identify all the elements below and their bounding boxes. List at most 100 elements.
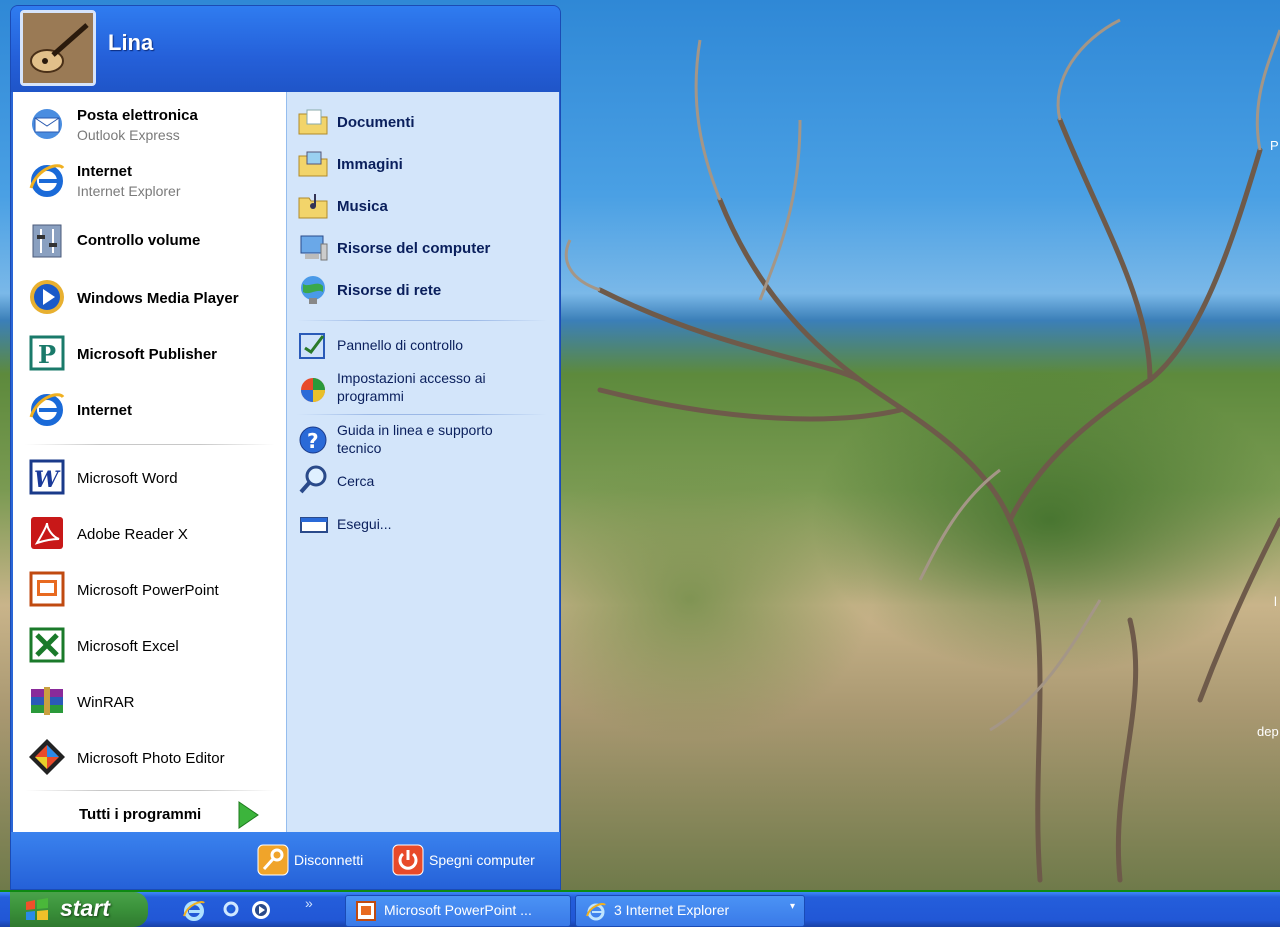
all-programs-label: Tutti i programmi — [79, 806, 202, 823]
system-item-label-line1: Impostazioni accesso ai — [337, 370, 486, 386]
start-menu-places-pane: Documenti Immagini Musica Risorse del co… — [286, 92, 559, 832]
recent-item-powerpoint[interactable]: Microsoft PowerPoint — [23, 564, 283, 614]
powerpoint-icon — [29, 571, 65, 607]
recent-item-excel[interactable]: Microsoft Excel — [23, 620, 283, 670]
winrar-icon — [31, 687, 63, 715]
svg-text:?: ? — [307, 429, 319, 453]
place-network[interactable]: Risorse di rete — [287, 274, 557, 310]
email-icon — [32, 109, 62, 139]
system-control-panel[interactable]: Pannello di controllo — [287, 330, 557, 364]
recent-item-label: Adobe Reader X — [77, 526, 188, 543]
logoff-button[interactable]: Disconnetti — [257, 844, 383, 878]
start-menu-footer: Disconnetti Spegni computer — [11, 832, 560, 889]
place-music[interactable]: Musica — [287, 190, 557, 226]
menu-separator — [297, 414, 547, 415]
user-avatar[interactable] — [20, 10, 96, 86]
pinned-item-label: Microsoft Publisher — [77, 346, 218, 363]
guitar-icon — [23, 13, 93, 83]
start-menu: Lina Posta elettronica Outlook Express I… — [10, 5, 561, 890]
start-button[interactable]: start — [10, 892, 148, 927]
pinned-item-publisher[interactable]: P Microsoft Publisher — [23, 328, 283, 378]
pinned-item-label: Internet — [77, 402, 133, 419]
recent-item-label: Microsoft PowerPoint — [77, 582, 219, 599]
documents-folder-icon — [298, 109, 328, 135]
pinned-item-label: Windows Media Player — [77, 290, 239, 307]
search-icon — [299, 465, 327, 494]
pinned-item-internet-2[interactable]: Internet — [23, 384, 283, 434]
desktop-icon-label: P — [1270, 138, 1279, 153]
recent-item-label: WinRAR — [77, 694, 135, 711]
system-item-label-line2: programmi — [337, 388, 404, 404]
logoff-label: Disconnetti — [294, 852, 364, 868]
start-label: start — [60, 895, 110, 921]
music-folder-icon — [298, 194, 328, 219]
all-programs-button[interactable]: Tutti i programmi — [79, 800, 269, 830]
system-program-access[interactable]: Impostazioni accesso ai programmi — [287, 370, 557, 410]
search-icon[interactable] — [218, 898, 242, 922]
shutdown-button[interactable]: Spegni computer — [392, 844, 552, 878]
pinned-item-sublabel: Internet Explorer — [77, 183, 181, 199]
pinned-item-media-player[interactable]: Windows Media Player — [23, 272, 283, 322]
recent-item-photo-editor[interactable]: Microsoft Photo Editor — [23, 732, 283, 782]
help-icon: ? — [299, 426, 327, 454]
support-help[interactable]: ? Guida in linea e supporto tecnico — [287, 422, 557, 462]
task-button-powerpoint[interactable]: Microsoft PowerPoint ... — [345, 895, 571, 927]
support-item-label: Esegui... — [337, 516, 392, 532]
place-my-computer[interactable]: Risorse del computer — [287, 232, 557, 268]
recent-item-label: Microsoft Photo Editor — [77, 750, 225, 767]
pictures-folder-icon — [298, 151, 328, 177]
publisher-icon: P — [29, 335, 65, 371]
chevron-down-icon[interactable]: ▾ — [790, 901, 795, 912]
media-player-icon[interactable] — [249, 898, 273, 922]
desktop-icon-label: l — [1274, 594, 1277, 609]
internet-explorer-icon — [586, 903, 606, 921]
power-icon — [392, 844, 424, 876]
start-menu-programs-pane: Posta elettronica Outlook Express Intern… — [13, 92, 286, 832]
arrow-right-icon — [238, 801, 259, 829]
task-button-label: 3 Internet Explorer — [614, 902, 730, 918]
internet-explorer-icon — [29, 164, 65, 197]
word-icon: W — [29, 459, 65, 495]
recent-item-label: Microsoft Word — [77, 470, 178, 487]
place-pictures[interactable]: Immagini — [287, 148, 557, 184]
place-documents[interactable]: Documenti — [287, 106, 557, 142]
volume-control-icon — [32, 224, 62, 258]
run-icon — [300, 517, 328, 533]
windows-logo-icon — [26, 898, 48, 920]
media-player-icon — [30, 280, 64, 314]
program-access-icon — [301, 378, 325, 402]
internet-explorer-icon — [29, 393, 65, 426]
place-label: Immagini — [337, 156, 403, 173]
pinned-item-internet[interactable]: Internet Internet Explorer — [23, 155, 283, 205]
recent-item-word[interactable]: W Microsoft Word — [23, 452, 283, 502]
recent-item-winrar[interactable]: WinRAR — [23, 676, 283, 726]
menu-separator — [25, 790, 275, 791]
taskbar: start » Microsoft PowerPoint ... 3 Inter… — [0, 892, 1280, 927]
desktop-icon-label: dep — [1257, 724, 1279, 739]
support-item-label: Cerca — [337, 473, 375, 489]
task-button-label: Microsoft PowerPoint ... — [384, 902, 532, 918]
support-item-label-line1: Guida in linea e supporto — [337, 422, 493, 438]
pinned-item-label: Controllo volume — [77, 232, 201, 249]
pinned-item-sublabel: Outlook Express — [77, 127, 180, 143]
start-menu-header: Lina — [11, 6, 560, 92]
pinned-item-label: Internet — [77, 163, 133, 180]
recent-item-adobe-reader[interactable]: Adobe Reader X — [23, 508, 283, 558]
adobe-reader-icon — [31, 517, 63, 549]
key-icon — [257, 844, 289, 876]
quick-launch-overflow-button[interactable]: » — [305, 895, 313, 911]
support-run[interactable]: Esegui... — [287, 508, 557, 542]
pinned-item-label: Posta elettronica — [77, 107, 198, 124]
shutdown-label: Spegni computer — [429, 852, 535, 868]
excel-icon — [29, 627, 65, 663]
svg-text:W: W — [34, 467, 61, 493]
pinned-item-email[interactable]: Posta elettronica Outlook Express — [23, 99, 283, 149]
internet-explorer-icon[interactable] — [182, 898, 206, 922]
pinned-item-volume[interactable]: Controllo volume — [23, 216, 283, 266]
support-search[interactable]: Cerca — [287, 464, 557, 498]
powerpoint-icon — [356, 901, 376, 921]
system-item-label: Pannello di controllo — [337, 337, 464, 353]
task-button-internet-explorer[interactable]: 3 Internet Explorer ▾ — [575, 895, 805, 927]
network-icon — [301, 276, 325, 304]
place-label: Musica — [337, 198, 388, 215]
